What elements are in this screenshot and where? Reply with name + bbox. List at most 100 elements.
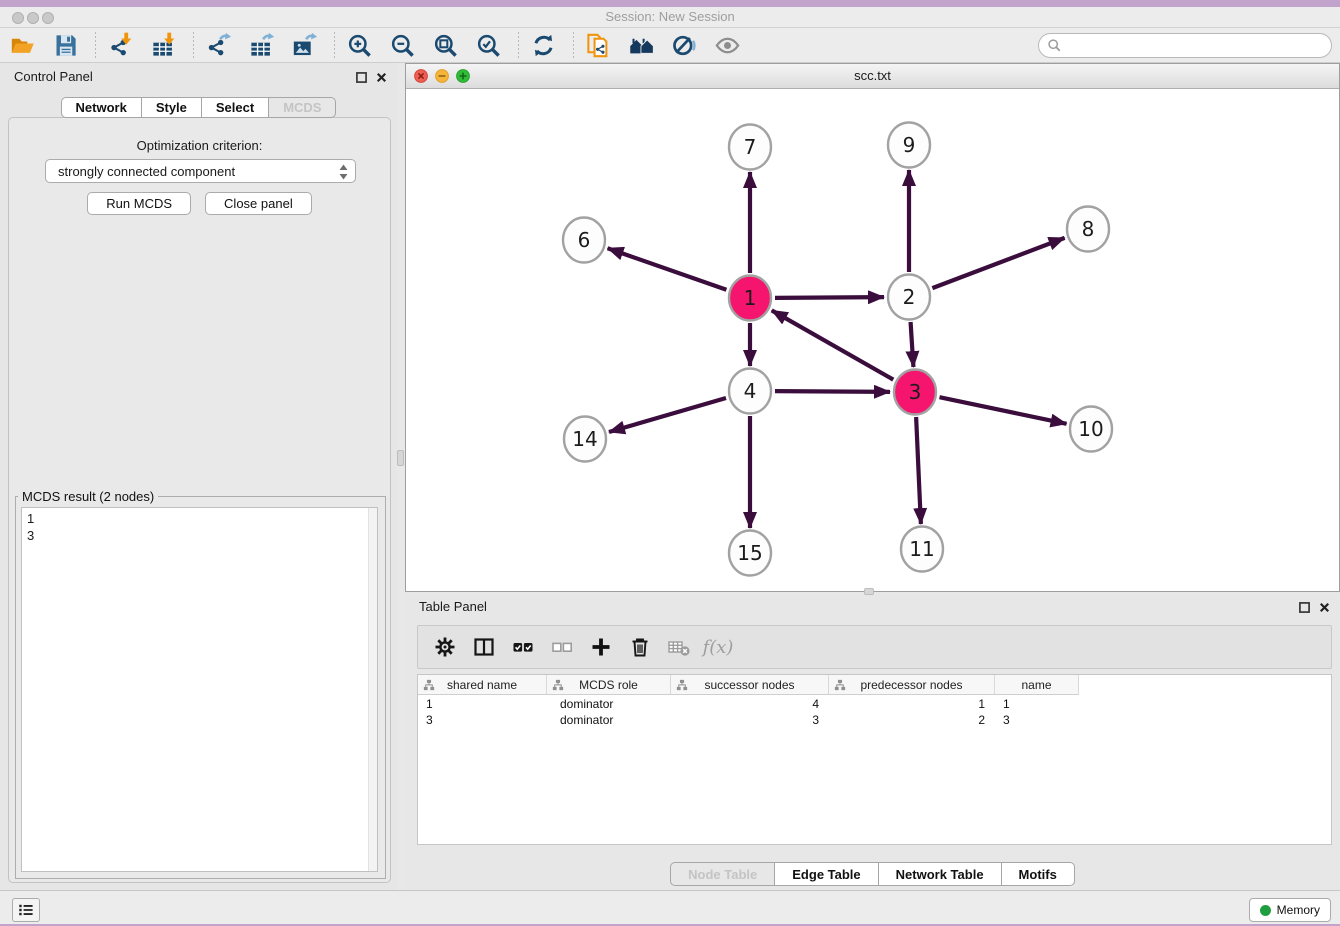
table-cell-name[interactable]: 3 bbox=[995, 712, 1079, 728]
graph-node-9[interactable]: 9 bbox=[888, 123, 930, 168]
columns-icon bbox=[472, 635, 496, 659]
shared-column-icon bbox=[834, 679, 846, 691]
table-cell-shared-name[interactable]: 1 bbox=[418, 696, 547, 712]
tab-edge-table[interactable]: Edge Table bbox=[774, 862, 878, 886]
graph-edge-2-8[interactable] bbox=[932, 238, 1064, 288]
table-cell-successor-nodes[interactable]: 4 bbox=[671, 696, 829, 712]
graph-edge-2-3[interactable] bbox=[911, 322, 914, 367]
new-network-from-selection-button[interactable] bbox=[583, 30, 613, 60]
close-panel-icon[interactable] bbox=[374, 70, 389, 85]
zoom-in-icon bbox=[346, 32, 373, 59]
import-table-from-file-button[interactable] bbox=[148, 30, 178, 60]
graph-edge-4-3[interactable] bbox=[775, 391, 890, 392]
tab-network[interactable]: Network bbox=[61, 97, 142, 118]
search-box[interactable] bbox=[1038, 33, 1332, 58]
graph-edge-4-14[interactable] bbox=[609, 398, 726, 432]
tab-node-table[interactable]: Node Table bbox=[670, 862, 775, 886]
tab-mcds[interactable]: MCDS bbox=[268, 97, 336, 118]
hide-graphics-details-button[interactable] bbox=[669, 30, 699, 60]
mcds-result-group: MCDS result (2 nodes) 13 bbox=[15, 489, 386, 879]
export-network-button[interactable] bbox=[203, 30, 233, 60]
run-mcds-button[interactable]: Run MCDS bbox=[87, 192, 191, 215]
column-header-shared-name[interactable]: shared name bbox=[418, 675, 547, 694]
desktop-strip-top bbox=[0, 0, 1340, 7]
column-header-successor-nodes[interactable]: successor nodes bbox=[671, 675, 829, 694]
table-options-button[interactable] bbox=[432, 634, 458, 660]
column-header-predecessor-nodes[interactable]: predecessor nodes bbox=[829, 675, 995, 694]
network-graph: 1 2 3 4 6 7 8 9 10 11 14 15 bbox=[406, 89, 1339, 591]
control-panel-title: Control Panel bbox=[14, 69, 93, 84]
graph-node-label: 1 bbox=[744, 286, 757, 310]
import-network-from-file-button[interactable] bbox=[105, 30, 135, 60]
apply-preferred-layout-button[interactable] bbox=[528, 30, 558, 60]
zoom-selected-region-button[interactable] bbox=[473, 30, 503, 60]
table-row[interactable]: 3dominator323 bbox=[418, 712, 1079, 728]
window-title: Session: New Session bbox=[0, 9, 1340, 24]
close-table-panel-icon[interactable] bbox=[1317, 600, 1332, 615]
import-table-icon bbox=[150, 32, 177, 59]
zoom-fit-content-button[interactable] bbox=[430, 30, 460, 60]
houses-button[interactable] bbox=[626, 30, 656, 60]
memory-button[interactable]: Memory bbox=[1249, 898, 1331, 922]
table-cell-shared-name[interactable]: 3 bbox=[418, 712, 547, 728]
uncheck-pair-icon bbox=[550, 635, 574, 659]
close-panel-button[interactable]: Close panel bbox=[205, 192, 312, 215]
float-table-panel-icon[interactable] bbox=[1297, 600, 1312, 615]
table-cell-name[interactable]: 1 bbox=[995, 696, 1079, 712]
graph-node-7[interactable]: 7 bbox=[729, 125, 771, 170]
mcds-result-text[interactable]: 13 bbox=[21, 507, 378, 872]
table-cell-successor-nodes[interactable]: 3 bbox=[671, 712, 829, 728]
graph-node-15[interactable]: 15 bbox=[729, 531, 771, 576]
select-all-button[interactable] bbox=[510, 634, 536, 660]
tab-network-table[interactable]: Network Table bbox=[878, 862, 1002, 886]
table-cell-mcds-role[interactable]: dominator bbox=[547, 696, 671, 712]
table-cell-mcds-role[interactable]: dominator bbox=[547, 712, 671, 728]
graph-node-14[interactable]: 14 bbox=[564, 417, 606, 462]
column-label: predecessor nodes bbox=[860, 678, 962, 692]
export-table-button[interactable] bbox=[246, 30, 276, 60]
result-scrollbar[interactable] bbox=[368, 508, 377, 871]
float-panel-icon[interactable] bbox=[354, 70, 369, 85]
graph-node-4[interactable]: 4 bbox=[729, 369, 771, 414]
save-session-button[interactable] bbox=[50, 30, 80, 60]
graph-node-8[interactable]: 8 bbox=[1067, 207, 1109, 252]
delete-columns-button[interactable] bbox=[627, 634, 653, 660]
graph-node-2[interactable]: 2 bbox=[888, 275, 930, 320]
zoom-out-button[interactable] bbox=[387, 30, 417, 60]
tab-motifs[interactable]: Motifs bbox=[1001, 862, 1075, 886]
table-cell-predecessor-nodes[interactable]: 2 bbox=[829, 712, 995, 728]
optimization-select[interactable]: strongly connected component bbox=[45, 159, 356, 183]
export-image-button[interactable] bbox=[289, 30, 319, 60]
graph-node-6[interactable]: 6 bbox=[563, 218, 605, 263]
graph-edge-3-1[interactable] bbox=[772, 310, 894, 379]
create-column-button[interactable] bbox=[588, 634, 614, 660]
graph-node-10[interactable]: 10 bbox=[1070, 407, 1112, 452]
show-columns-button[interactable] bbox=[471, 634, 497, 660]
clear-selection-button[interactable] bbox=[549, 634, 575, 660]
gear-icon bbox=[433, 635, 457, 659]
graph-node-3[interactable]: 3 bbox=[894, 370, 936, 415]
network-canvas[interactable]: 1 2 3 4 6 7 8 9 10 11 14 15 bbox=[406, 89, 1339, 591]
search-input[interactable] bbox=[1067, 38, 1323, 53]
horizontal-splitter-grip[interactable] bbox=[864, 588, 874, 595]
panel-splitter-grip[interactable] bbox=[397, 450, 404, 466]
column-header-name[interactable]: name bbox=[995, 675, 1079, 694]
graph-edge-1-2[interactable] bbox=[775, 297, 884, 298]
graph-node-11[interactable]: 11 bbox=[901, 527, 943, 572]
column-header-mcds-role[interactable]: MCDS role bbox=[547, 675, 671, 694]
graph-edge-3-10[interactable] bbox=[939, 397, 1066, 424]
task-history-button[interactable] bbox=[12, 898, 40, 922]
graph-node-label: 8 bbox=[1082, 217, 1095, 241]
tab-select[interactable]: Select bbox=[201, 97, 269, 118]
table-cell-predecessor-nodes[interactable]: 1 bbox=[829, 696, 995, 712]
tab-style[interactable]: Style bbox=[141, 97, 202, 118]
graph-edge-1-6[interactable] bbox=[608, 248, 727, 290]
graph-edge-3-11[interactable] bbox=[916, 417, 921, 524]
zoom-in-button[interactable] bbox=[344, 30, 374, 60]
save-icon bbox=[52, 32, 79, 59]
table-row[interactable]: 1dominator411 bbox=[418, 696, 1079, 712]
column-label: name bbox=[1021, 678, 1051, 692]
zoom-out-icon bbox=[389, 32, 416, 59]
open-session-button[interactable] bbox=[7, 30, 37, 60]
graph-node-1[interactable]: 1 bbox=[729, 276, 771, 321]
